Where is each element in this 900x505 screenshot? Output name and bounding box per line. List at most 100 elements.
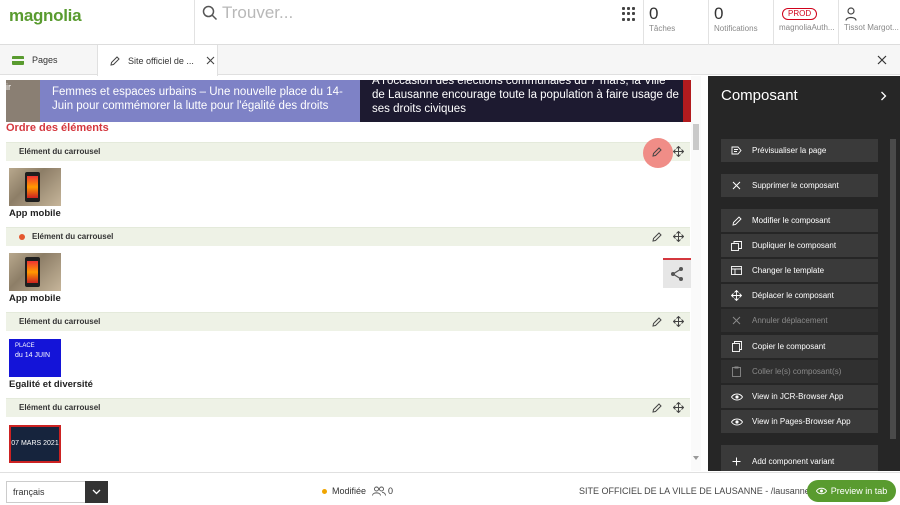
action-label: Add component variant (752, 457, 835, 466)
user-label[interactable]: Tissot Margot... (844, 23, 899, 32)
action-label: Annuler déplacement (752, 316, 828, 325)
panel-title: Composant (721, 87, 798, 104)
header-divider (708, 0, 709, 45)
env-label[interactable]: magnoliaAuth... (779, 23, 835, 32)
move-icon[interactable] (673, 146, 684, 157)
action-label: Prévisualiser la page (752, 146, 827, 155)
action-move-component[interactable]: Déplacer le composant (721, 284, 878, 307)
action-copy-component[interactable]: Copier le composant (721, 335, 878, 358)
close-panel-icon[interactable] (877, 55, 887, 65)
carousel-item-bar[interactable]: Elément du carrousel (6, 227, 690, 246)
move-icon (731, 290, 742, 301)
copy-icon (731, 341, 742, 352)
thumb-text: 07 MARS 2021 (11, 440, 59, 447)
tab-bar: Pages Site officiel de ... (0, 45, 900, 76)
pencil-icon (110, 55, 120, 66)
action-add-component-variant[interactable]: Add component variant (721, 445, 878, 471)
preview-button-label: Preview in tab (830, 486, 888, 496)
action-label: View in Pages-Browser App (752, 417, 851, 426)
content-scrollbar-thumb[interactable] (693, 124, 699, 150)
top-header: magnolia 0 Tâches 0 Notifications PROD m… (0, 0, 900, 45)
eye-icon (730, 393, 743, 400)
carousel-banner: ir Femmes et espaces urbains – Une nouve… (6, 80, 692, 122)
banner-slide-left: ir (6, 80, 40, 122)
thumb-text: PLACE (15, 343, 35, 349)
pencil-icon[interactable] (652, 232, 662, 242)
banner-left-text: ir (6, 82, 11, 92)
banner-slide-b: A l'occasion des élections communales du… (360, 80, 683, 122)
action-label: Dupliquer le composant (752, 241, 837, 250)
preview-icon (731, 146, 742, 155)
language-dropdown-button[interactable] (85, 481, 108, 503)
action-label: Copier le composant (752, 342, 826, 351)
action-cancel-move: Annuler déplacement (721, 309, 878, 332)
pencil-icon[interactable] (652, 403, 662, 413)
language-select[interactable]: français (6, 481, 108, 503)
pencil-icon[interactable] (652, 317, 662, 327)
notifications-label: Notifications (714, 24, 758, 33)
action-view-jcr-browser[interactable]: View in JCR-Browser App (721, 385, 878, 408)
action-edit-component[interactable]: Modifier le composant (721, 209, 878, 232)
magnolia-logo[interactable]: magnolia (9, 6, 82, 26)
tab-pages[interactable]: Pages (0, 45, 96, 75)
header-divider (643, 0, 644, 45)
tab-site-label: Site officiel de ... (128, 55, 194, 66)
item-bar-label: Elément du carrousel (19, 317, 101, 326)
tasks-counter[interactable]: 0 Tâches (649, 4, 675, 33)
item-thumbnail (9, 168, 61, 206)
move-icon[interactable] (673, 316, 684, 327)
action-duplicate-component[interactable]: Dupliquer le composant (721, 234, 878, 257)
scroll-down-arrow-icon[interactable] (693, 456, 699, 460)
item-thumbnail: PLACE du 14 JUIN (9, 339, 61, 377)
banner-b-cut-text: A l'occasion des élections communales du… (372, 80, 666, 87)
move-icon[interactable] (673, 231, 684, 242)
panel-scrollbar[interactable] (890, 139, 896, 439)
action-change-template[interactable]: Changer le template (721, 259, 878, 282)
users-count: 0 (388, 486, 394, 496)
action-label: Supprimer le composant (752, 181, 839, 190)
action-label: Coller le(s) composant(s) (752, 367, 842, 376)
logo-text: magnolia (9, 6, 82, 25)
carousel-item-bar[interactable]: Elément du carrousel (6, 398, 690, 417)
notifications-count: 0 (714, 4, 724, 23)
item-bar-label: Elément du carrousel (19, 147, 101, 156)
carousel-item-bar[interactable]: Elément du carrousel (6, 138, 690, 168)
section-title: Ordre des éléments (6, 122, 109, 134)
status-dot-icon (322, 489, 327, 494)
action-preview-page[interactable]: Prévisualiser la page (721, 139, 878, 162)
language-value: français (13, 487, 45, 497)
pencil-icon[interactable] (652, 147, 662, 157)
tab-site[interactable]: Site officiel de ... (97, 45, 218, 76)
tasks-label: Tâches (649, 24, 676, 33)
chevron-right-icon[interactable] (880, 91, 887, 101)
user-icon[interactable] (845, 7, 857, 21)
eye-icon (730, 418, 743, 425)
item-caption: App mobile (9, 208, 61, 219)
eye-icon (815, 487, 827, 495)
component-action-panel: Composant Prévisualiser la page Supprime… (708, 76, 900, 471)
preview-in-tab-button[interactable]: Preview in tab (807, 480, 896, 502)
action-delete-component[interactable]: Supprimer le composant (721, 174, 878, 197)
carousel-item-bar[interactable]: Elément du carrousel (6, 312, 690, 331)
item-bar-label: Elément du carrousel (19, 403, 101, 412)
share-button[interactable] (663, 258, 691, 288)
search-input[interactable] (222, 0, 602, 26)
header-divider (194, 0, 195, 45)
notifications-counter[interactable]: 0 Notifications (714, 4, 758, 33)
users-icon (372, 486, 386, 496)
move-icon[interactable] (673, 402, 684, 413)
header-divider (773, 0, 774, 45)
template-icon (731, 266, 742, 275)
close-icon[interactable] (206, 56, 215, 65)
banner-slide-a: Femmes et espaces urbains – Une nouvelle… (40, 80, 360, 122)
item-caption: Egalité et diversité (9, 379, 93, 390)
tab-pages-label: Pages (32, 55, 58, 65)
thumb-text: du 14 JUIN (15, 352, 51, 359)
status-footer: français Modifiée 0 SITE OFFICIEL DE LA … (0, 472, 900, 505)
app-root: magnolia 0 Tâches 0 Notifications PROD m… (0, 0, 900, 505)
action-view-pages-browser[interactable]: View in Pages-Browser App (721, 410, 878, 433)
duplicate-icon (731, 240, 742, 251)
site-path: SITE OFFICIEL DE LA VILLE DE LAUSANNE - … (579, 486, 810, 496)
pencil-icon (731, 215, 742, 226)
app-launcher-icon[interactable] (622, 7, 636, 21)
